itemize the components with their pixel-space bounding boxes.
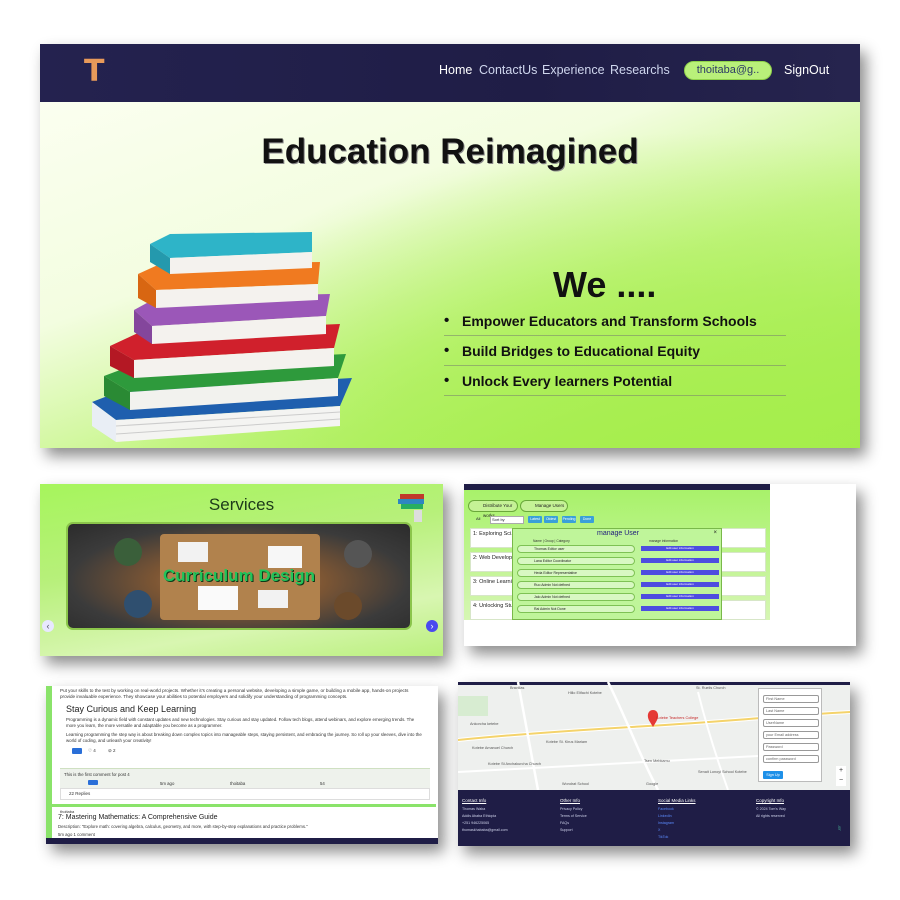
first-name-field[interactable]: First Name (763, 695, 819, 703)
hero-banner: Education Reimagined We .... • Empower E… (40, 102, 860, 448)
hero-title: Education Reimagined (261, 132, 639, 171)
footer-social: Social Media Links Facebook LinkedIn Ins… (658, 798, 696, 839)
comment-user: thoitaba (230, 781, 246, 786)
nav-home[interactable]: Home (439, 63, 472, 77)
replies-toggle[interactable]: 22 Replies (60, 788, 430, 800)
article-screenshot: Put your skills to the test by working o… (46, 686, 438, 844)
article-paragraph: Learning programming the step way is abo… (66, 732, 422, 743)
signup-button[interactable]: Sign Up (763, 771, 783, 779)
edit-user-button[interactable]: Edit user information (641, 606, 719, 611)
tab-manage-users[interactable]: Manage Users (520, 500, 568, 512)
location-map[interactable]: Bravillas Hillo Elifachi Kotebe Ankorcha… (458, 682, 850, 790)
filter-all[interactable]: All (476, 516, 480, 524)
signup-form: First Name Last Name UserName your Email… (758, 688, 822, 782)
reply-button[interactable] (88, 780, 98, 785)
filter-pending-button[interactable]: Pending (562, 516, 576, 523)
nav-researchs[interactable]: Researchs (610, 63, 670, 77)
site-logo[interactable]: T (84, 54, 104, 89)
user-row: Thomas Editor user Edit user information (517, 545, 719, 553)
filter-oldest-button[interactable]: Oldest (544, 516, 558, 523)
nav-contactus[interactable]: ContactUs (479, 63, 537, 77)
mission-item: Build Bridges to Educational Equity (444, 336, 786, 366)
comment-time: 5m ago (160, 781, 175, 786)
article-heading: Stay Curious and Keep Learning (66, 704, 197, 714)
footer-contact: Contact Info Thomas Waba Addis Ababa Eth… (462, 798, 508, 832)
signout-link[interactable]: SignOut (784, 63, 829, 77)
site-footer: Contact Info Thomas Waba Addis Ababa Eth… (458, 790, 850, 846)
tab-distribute-works[interactable]: Distribute Your works (468, 500, 518, 518)
user-row: Lana Editor Coordinator Edit user informa… (517, 557, 719, 565)
user-row: Jalo Admin Not defined Edit user informat… (517, 593, 719, 601)
sort-by-select[interactable]: Sort by (490, 516, 524, 524)
hero-screenshot: T Home ContactUs Experience Researchs th… (40, 44, 860, 448)
close-icon[interactable]: × (713, 530, 717, 536)
we-heading: We .... (553, 264, 657, 305)
dislike-count[interactable]: ⊘ 2 (108, 748, 116, 754)
filter-done-button[interactable]: Done (580, 516, 594, 523)
footer-strip (46, 838, 438, 844)
chevron-left-icon[interactable]: ‹ (42, 620, 54, 632)
user-row: Heda Editor Representative Edit user info… (517, 569, 719, 577)
edit-user-button[interactable]: Edit user information (641, 570, 719, 575)
footer-copyright: Copyright Info © 2024 Tom's Way All righ… (756, 798, 786, 818)
comment-count: 54 (320, 781, 325, 786)
mission-item: Unlock Every learners Potential (444, 366, 786, 396)
manage-user-modal: manage User × Name | Group | Category ma… (512, 528, 722, 620)
edit-user-button[interactable]: Edit user information (641, 546, 719, 551)
service-slide[interactable]: Curriculum Design (66, 522, 412, 630)
modal-header-name: Name | Group | Category (533, 539, 570, 543)
divider (52, 804, 436, 807)
password-field[interactable]: Password (763, 743, 819, 751)
edit-user-button[interactable]: Edit user information (641, 582, 719, 587)
like-count[interactable]: ♡ 4 (88, 748, 96, 754)
zoom-controls[interactable]: + − (836, 766, 846, 786)
nav-experience[interactable]: Experience (542, 63, 605, 77)
article-intro: Put your skills to the test by working o… (60, 688, 409, 699)
books-thumbnail-icon (398, 494, 424, 522)
post-description: Description: "Explore math: covering alg… (58, 824, 308, 829)
user-row: Rai Admin Not Done Edit user information (517, 605, 719, 613)
edit-user-button[interactable]: Edit user information (641, 594, 719, 599)
filter-latest-button[interactable]: Latest (528, 516, 542, 523)
footer-other: Other Info Privacy Policy Terms of Servi… (560, 798, 587, 832)
chevron-right-icon[interactable]: › (426, 620, 438, 632)
bell-icon[interactable]: ♮ (838, 824, 841, 833)
post-title[interactable]: 7: Mastering Mathematics: A Comprehensiv… (58, 814, 218, 821)
green-side-rail (46, 686, 52, 844)
services-screenshot: Services Curriculum Design ‹ › (40, 484, 443, 656)
mission-list: Empower Educators and Transform Schools … (444, 306, 786, 396)
services-title: Services (208, 495, 275, 514)
user-row: Ruo Admin Not defined Edit user informati… (517, 581, 719, 589)
top-navbar: T Home ContactUs Experience Researchs th… (40, 44, 860, 102)
comment-text: This is the first comment for post 4 (64, 772, 130, 777)
comment-toggle-button[interactable] (72, 748, 82, 754)
mission-item: Empower Educators and Transform Schools (444, 306, 786, 336)
user-email-pill[interactable]: thoitaba@g.. (684, 61, 772, 80)
edit-user-button[interactable]: Edit user information (641, 558, 719, 563)
modal-title: manage User (596, 530, 640, 537)
post-meta: 5m ago 1 comment (58, 832, 95, 837)
confirm-password-field[interactable]: confirm password (763, 755, 819, 763)
last-name-field[interactable]: Last Name (763, 707, 819, 715)
service-slide-label: Curriculum Design (162, 566, 316, 585)
modal-header-manage: manage information (649, 539, 679, 543)
username-field[interactable]: UserName (763, 719, 819, 727)
email-field[interactable]: your Email address (763, 731, 819, 739)
books-stack-illustration (92, 232, 352, 442)
manage-users-screenshot: Distribute Your works Manage Users All S… (464, 484, 856, 646)
article-paragraph: Programming is a dynamic field with cons… (66, 717, 415, 728)
map-footer-screenshot: Bravillas Hillo Elifachi Kotebe Ankorcha… (458, 682, 850, 846)
